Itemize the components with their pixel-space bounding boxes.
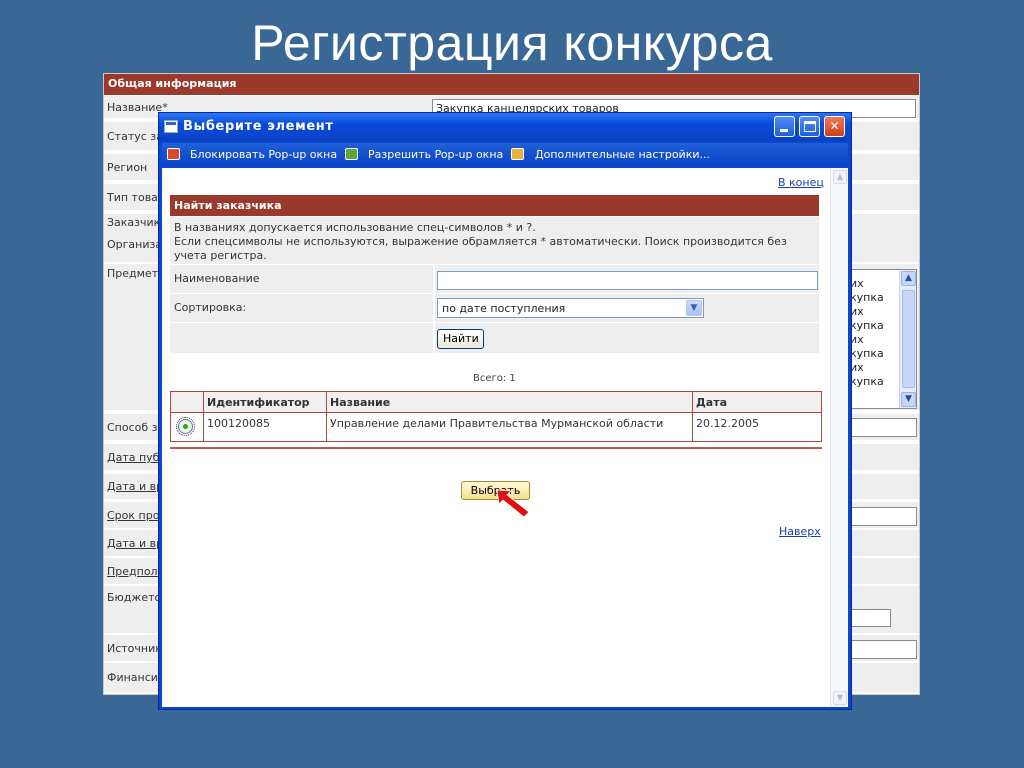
red-pointer-arrow-icon xyxy=(496,489,530,518)
search-note: В названиях допускается использование сп… xyxy=(170,217,819,264)
sort-select[interactable]: по дате поступления ▼ xyxy=(437,298,704,318)
form-label[interactable]: Дата и вр xyxy=(107,537,163,550)
source-input[interactable] xyxy=(847,640,917,659)
slide-title: Регистрация конкурса xyxy=(251,15,773,71)
column-header[interactable]: Название xyxy=(326,391,693,413)
form-label: Предмет xyxy=(107,267,159,280)
block-popup-icon xyxy=(167,148,180,160)
form-label: Тип товар xyxy=(107,191,165,204)
sort-selected-value: по дате поступления xyxy=(442,302,566,315)
row-radio-button[interactable] xyxy=(176,417,195,436)
scroll-down-icon[interactable]: ▼ xyxy=(833,691,847,705)
popup-blocker-bar: Блокировать Pop-up окна Разрешить Pop-up… xyxy=(162,143,848,166)
scroll-up-icon[interactable]: ▲ xyxy=(901,271,916,286)
scroll-down-icon[interactable]: ▼ xyxy=(901,392,916,407)
popup-content: В конец Найти заказчика В названиях допу… xyxy=(162,168,848,707)
form-label: Регион xyxy=(107,161,148,174)
form-label[interactable]: Дата и вр xyxy=(107,480,163,493)
maximize-button[interactable] xyxy=(799,116,820,137)
to-end-link[interactable]: В конец xyxy=(778,176,824,189)
table-header-row: Идентификатор Название Дата xyxy=(170,391,822,413)
search-panel-header: Найти заказчика xyxy=(170,195,819,216)
note-line: В названиях допускается использование сп… xyxy=(174,221,536,234)
name-label: Наименование xyxy=(174,272,260,285)
minimize-icon xyxy=(780,129,788,132)
window-title: Выберите элемент xyxy=(183,119,334,134)
form-label: Способ за xyxy=(107,421,165,434)
form-label: Финансир xyxy=(107,671,165,684)
close-icon: ✕ xyxy=(829,119,840,133)
results-table: Идентификатор Название Дата 100120085 Уп… xyxy=(170,391,822,442)
column-header[interactable]: Идентификатор xyxy=(203,391,327,413)
find-button[interactable]: Найти xyxy=(437,329,484,349)
name-search-input[interactable] xyxy=(437,271,818,290)
form-label: Источник xyxy=(107,642,162,655)
column-header xyxy=(170,391,204,413)
allow-popups-link[interactable]: Разрешить Pop-up окна xyxy=(368,148,503,161)
table-row[interactable]: 100120085 Управление делами Правительств… xyxy=(170,412,822,442)
budget-input[interactable] xyxy=(847,609,891,627)
divider xyxy=(170,447,822,449)
form-label: Заказчик xyxy=(107,216,161,229)
textarea-scrollbar[interactable]: ▲ ▼ xyxy=(899,270,916,408)
note-line: Если спецсимволы не используются, выраже… xyxy=(174,235,787,262)
to-top-link[interactable]: Наверх xyxy=(779,525,821,538)
scroll-up-icon[interactable]: ▲ xyxy=(833,170,847,184)
allow-popup-icon xyxy=(345,148,358,160)
subject-textarea[interactable]: их купка их купка их купка их купка ▲ ▼ xyxy=(847,269,917,409)
form-label[interactable]: Предпола xyxy=(107,565,164,578)
minimize-button[interactable] xyxy=(774,116,795,137)
maximize-icon xyxy=(804,121,816,132)
close-button[interactable]: ✕ xyxy=(824,116,845,137)
cell-id: 100120085 xyxy=(203,412,327,442)
cell-date: 20.12.2005 xyxy=(692,412,822,442)
form-label: Статус за xyxy=(107,130,163,143)
sort-label: Сортировка: xyxy=(174,301,247,314)
deadline-input[interactable] xyxy=(847,507,917,526)
column-header[interactable]: Дата xyxy=(692,391,822,413)
block-popups-link[interactable]: Блокировать Pop-up окна xyxy=(190,148,337,161)
find-row: Найти xyxy=(170,323,819,353)
popup-scrollbar[interactable]: ▲ ▼ xyxy=(830,168,848,707)
window-titlebar[interactable]: Выберите элемент ✕ xyxy=(159,113,851,141)
additional-settings-link[interactable]: Дополнительные настройки... xyxy=(535,148,710,161)
form-label: Организа xyxy=(107,238,163,251)
method-input[interactable] xyxy=(847,418,917,437)
form-section-header: Общая информация xyxy=(104,74,919,95)
chevron-down-icon[interactable]: ▼ xyxy=(686,300,702,316)
form-label: Бюджето xyxy=(107,591,162,604)
results-total: Всего: 1 xyxy=(473,373,516,384)
cell-name: Управление делами Правительства Мурманск… xyxy=(326,412,693,442)
name-row: Наименование xyxy=(170,265,819,293)
select-element-window: Выберите элемент ✕ Блокировать Pop-up ок… xyxy=(158,112,852,710)
radio-cell xyxy=(170,412,204,442)
sort-row: Сортировка: по дате поступления ▼ xyxy=(170,294,819,322)
scroll-thumb[interactable] xyxy=(902,290,915,388)
settings-icon xyxy=(511,148,524,160)
window-page-icon xyxy=(164,120,178,133)
